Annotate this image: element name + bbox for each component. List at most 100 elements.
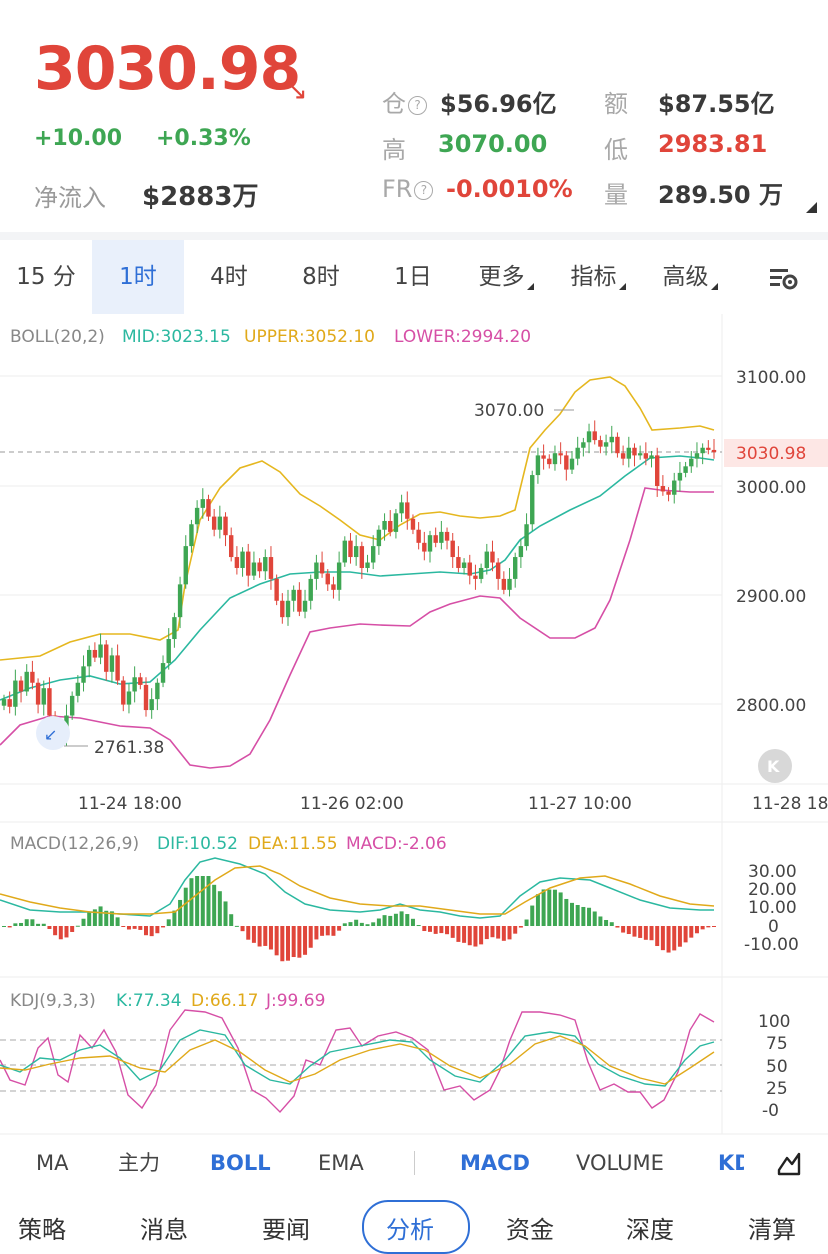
tab-15m[interactable]: 15 分 bbox=[10, 240, 82, 314]
high-marker-label: 3070.00 bbox=[474, 401, 544, 421]
macd-bar bbox=[672, 926, 677, 951]
drawing-tool-icon[interactable] bbox=[772, 1137, 806, 1189]
ind-tab-main-force[interactable]: 主力 bbox=[118, 1137, 160, 1189]
macd-bar bbox=[564, 898, 569, 926]
candle-body bbox=[194, 507, 200, 525]
candlesticks bbox=[1, 420, 717, 747]
macd-bar bbox=[132, 926, 137, 929]
boll-lower: LOWER:2994.20 bbox=[394, 327, 531, 347]
macd-bar bbox=[570, 902, 574, 926]
macd-bar bbox=[604, 919, 609, 926]
macd-bar bbox=[314, 926, 319, 940]
tab-1d[interactable]: 1日 bbox=[368, 240, 458, 314]
candle-body bbox=[672, 480, 677, 495]
macd-bar bbox=[689, 926, 694, 938]
nav-item-messages[interactable]: 消息 bbox=[140, 1210, 188, 1245]
reset-k-glyph: K bbox=[767, 757, 780, 776]
kdj-d-line bbox=[0, 1035, 715, 1085]
tab-indicators[interactable]: 指标 bbox=[556, 240, 640, 314]
tab-8h[interactable]: 8时 bbox=[276, 240, 366, 314]
macd-bar bbox=[115, 917, 120, 926]
kdj-title: KDJ(9,3,3) bbox=[10, 991, 96, 1011]
low-marker-label: 2761.38 bbox=[94, 738, 164, 758]
macd-bar bbox=[331, 926, 336, 936]
nav-item-funds[interactable]: 资金 bbox=[506, 1210, 554, 1245]
amount-value: $87.55亿 bbox=[658, 90, 775, 118]
macd-bar bbox=[615, 926, 620, 928]
candle-body bbox=[410, 518, 416, 530]
candle-body bbox=[246, 551, 251, 576]
macd-bar bbox=[70, 926, 75, 932]
tab-4h[interactable]: 4时 bbox=[184, 240, 274, 314]
macd-bar bbox=[382, 915, 387, 926]
ind-tab-ma[interactable]: MA bbox=[36, 1137, 68, 1189]
candle-body bbox=[285, 600, 291, 618]
nav-item-depth[interactable]: 深度 bbox=[626, 1210, 674, 1245]
ind-tab-volume[interactable]: VOLUME bbox=[576, 1137, 664, 1189]
candle-body bbox=[308, 578, 313, 601]
macd-bar bbox=[479, 926, 484, 945]
macd-bar bbox=[212, 884, 217, 926]
ind-tab-macd[interactable]: MACD bbox=[460, 1137, 530, 1189]
candle-body bbox=[382, 520, 387, 530]
macd-bar bbox=[268, 926, 273, 950]
tab-advanced[interactable]: 高级 bbox=[648, 240, 732, 314]
macd-bar bbox=[149, 926, 154, 937]
candle-body bbox=[467, 562, 472, 576]
candle-body bbox=[393, 513, 399, 532]
macd-bar bbox=[263, 926, 268, 946]
macd-bar bbox=[513, 926, 518, 934]
candle-body bbox=[694, 453, 700, 459]
help-icon[interactable]: ? bbox=[414, 181, 434, 200]
macd-bar bbox=[507, 926, 512, 940]
candle-body bbox=[314, 562, 319, 579]
tab-1h[interactable]: 1时 bbox=[92, 240, 184, 314]
candle-body bbox=[302, 600, 308, 612]
candle-body bbox=[666, 491, 671, 495]
candle-body bbox=[575, 447, 580, 459]
candle-body bbox=[121, 680, 126, 705]
ind-tab-boll[interactable]: BOLL bbox=[210, 1137, 271, 1189]
divider bbox=[414, 1151, 415, 1175]
candle-body bbox=[268, 557, 274, 579]
high-value: 3070.00 bbox=[438, 130, 548, 158]
nav-item-news[interactable]: 要闻 bbox=[262, 1210, 310, 1245]
kdj-d: D:66.17 bbox=[191, 991, 259, 1011]
candle-body bbox=[183, 546, 188, 585]
help-icon[interactable]: ? bbox=[408, 96, 427, 115]
time-axis-label: 11-26 02:00 bbox=[300, 794, 404, 814]
tab-more[interactable]: 更多 bbox=[464, 240, 548, 314]
macd-bar bbox=[325, 926, 330, 936]
macd-bar bbox=[36, 923, 41, 926]
candle-body bbox=[206, 499, 211, 517]
macd-bar bbox=[706, 926, 711, 928]
macd-bar bbox=[98, 906, 103, 926]
nav-item-strategy[interactable]: 策略 bbox=[18, 1210, 66, 1245]
macd-bar bbox=[445, 926, 450, 935]
macd-histogram bbox=[2, 876, 716, 962]
boll-title: BOLL(20,2) bbox=[10, 327, 105, 347]
candle-body bbox=[427, 535, 433, 552]
ind-tab-ema[interactable]: EMA bbox=[318, 1137, 364, 1189]
kline-chart[interactable]: BOLL(20,2) MID:3023.15 UPPER:3052.10 LOW… bbox=[0, 314, 828, 1136]
current-price-tag: 3030.98 bbox=[736, 444, 806, 464]
bottom-nav: 策略 消息 要闻 分析 资金 深度 清算 bbox=[0, 1196, 828, 1244]
candle-body bbox=[365, 562, 370, 568]
time-axis-label: 11-27 10:00 bbox=[528, 794, 632, 814]
macd-bar bbox=[337, 926, 342, 931]
candle-body bbox=[200, 499, 205, 508]
ind-tab-kdj[interactable]: KD bbox=[718, 1137, 744, 1189]
macd-bar bbox=[53, 926, 58, 936]
kdj-gridlines bbox=[0, 1039, 722, 1092]
macd-bar bbox=[308, 926, 313, 948]
candle-body bbox=[558, 453, 563, 456]
macd-bar bbox=[280, 926, 285, 962]
chart-settings-icon[interactable] bbox=[752, 240, 816, 314]
nav-item-liquidation[interactable]: 清算 bbox=[748, 1210, 796, 1245]
macd-bar bbox=[7, 926, 12, 928]
candle-body bbox=[132, 677, 137, 692]
nav-item-analysis[interactable]: 分析 bbox=[386, 1210, 434, 1245]
candle-body bbox=[433, 535, 438, 543]
candle-body bbox=[359, 546, 365, 568]
expand-stats-icon[interactable] bbox=[806, 202, 817, 213]
